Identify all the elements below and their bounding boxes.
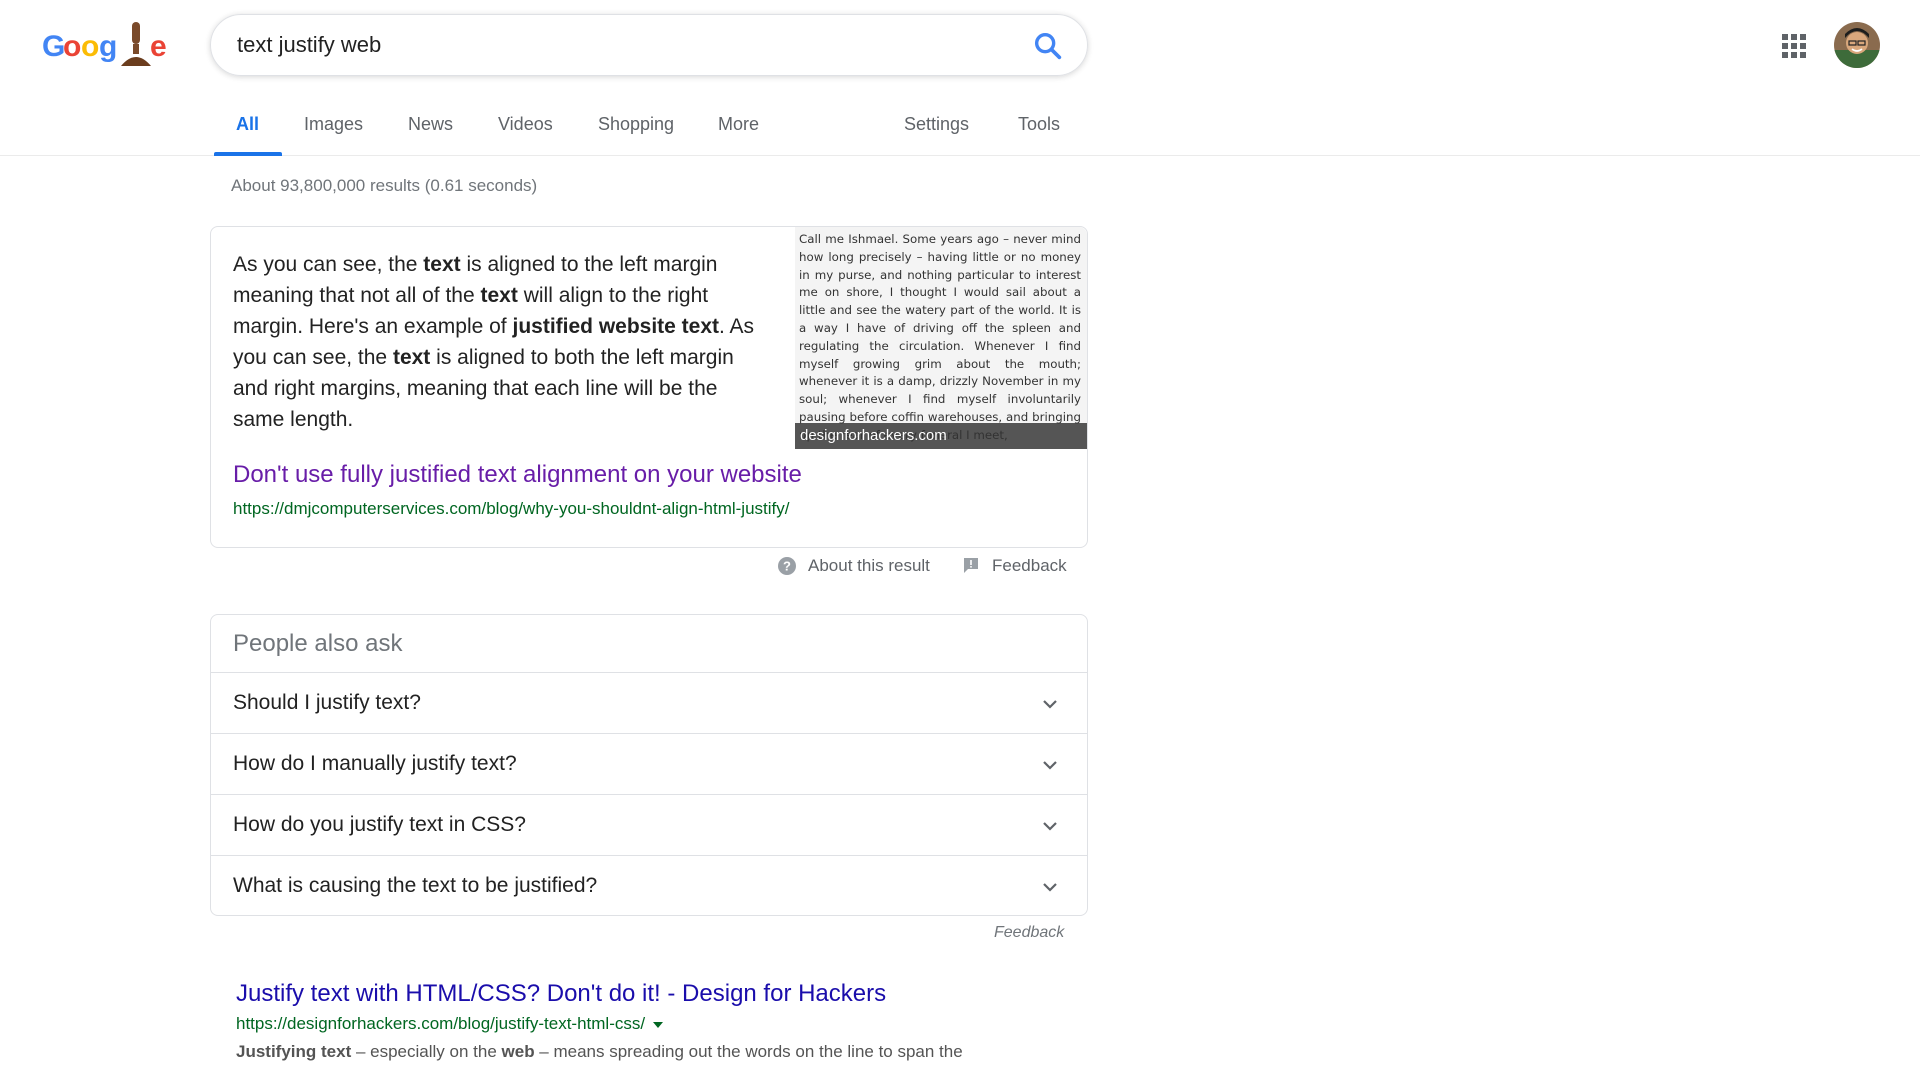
- about-this-result-link[interactable]: ? About this result: [778, 556, 930, 576]
- featured-snippet-text: As you can see, the text is aligned to t…: [233, 249, 773, 435]
- header: G o o g e text justify web All Images Ne…: [0, 0, 1920, 156]
- search-button[interactable]: [1031, 29, 1065, 63]
- snippet-part-bold: text: [480, 284, 518, 307]
- paa-question[interactable]: How do you justify text in CSS?: [211, 795, 1087, 856]
- search-icon: [1034, 32, 1062, 60]
- featured-snippet-image[interactable]: Call me Ishmael. Some years ago – never …: [795, 227, 1087, 449]
- tab-settings[interactable]: Settings: [904, 114, 969, 135]
- result-url-text: https://designforhackers.com/blog/justif…: [236, 1014, 646, 1033]
- google-doodle-logo[interactable]: G o o g e: [42, 20, 172, 72]
- paa-question[interactable]: Should I justify text?: [211, 673, 1087, 734]
- avatar[interactable]: [1834, 22, 1880, 68]
- svg-text:?: ?: [783, 559, 791, 574]
- paa-question-label: How do you justify text in CSS?: [233, 813, 526, 836]
- apps-grid-icon[interactable]: [1782, 34, 1806, 58]
- search-result: Justify text with HTML/CSS? Don't do it!…: [236, 980, 1096, 1062]
- featured-snippet-url[interactable]: https://dmjcomputerservices.com/blog/why…: [233, 499, 789, 519]
- tab-shopping[interactable]: Shopping: [598, 114, 674, 135]
- result-snippet-part: – especially on the: [351, 1042, 502, 1061]
- tab-tools[interactable]: Tools: [1018, 114, 1060, 135]
- feedback-flag-icon: [964, 558, 978, 573]
- feedback-label: Feedback: [992, 556, 1067, 575]
- tab-news[interactable]: News: [408, 114, 453, 135]
- snippet-part: As you can see, the: [233, 253, 424, 276]
- paa-question[interactable]: What is causing the text to be justified…: [211, 856, 1087, 917]
- image-sample-text: Call me Ishmael. Some years ago – never …: [799, 232, 1081, 442]
- help-icon: ?: [778, 557, 796, 575]
- result-snippet: Justifying text – especially on the web …: [236, 1042, 1096, 1062]
- tab-videos[interactable]: Videos: [498, 114, 553, 135]
- featured-snippet-title-link[interactable]: Don't use fully justified text alignment…: [233, 461, 802, 489]
- snippet-part-bold: text: [423, 253, 461, 276]
- paa-question-label: How do I manually justify text?: [233, 752, 517, 775]
- tab-all[interactable]: All: [236, 114, 259, 135]
- doodle-figure-icon: [121, 22, 151, 66]
- result-snippet-part: – means spreading out the words on the l…: [534, 1042, 963, 1061]
- active-tab-indicator: [214, 152, 282, 156]
- chevron-down-icon: [1043, 883, 1057, 892]
- feedback-link[interactable]: Feedback: [962, 556, 1067, 576]
- about-this-result-label: About this result: [808, 556, 930, 575]
- image-source-caption: designforhackers.com: [795, 423, 1087, 449]
- chevron-down-icon: [1043, 761, 1057, 770]
- result-snippet-bold: Justifying text: [236, 1042, 352, 1061]
- result-snippet-bold: web: [501, 1042, 535, 1061]
- paa-question-label: What is causing the text to be justified…: [233, 874, 598, 897]
- result-url[interactable]: https://designforhackers.com/blog/justif…: [236, 1014, 1096, 1034]
- paa-question-label: Should I justify text?: [233, 691, 421, 714]
- people-also-ask: People also ask Should I justify text? H…: [210, 614, 1088, 916]
- paa-feedback-link[interactable]: Feedback: [994, 924, 1064, 942]
- tab-images[interactable]: Images: [304, 114, 363, 135]
- paa-question[interactable]: How do I manually justify text?: [211, 734, 1087, 795]
- chevron-down-icon: [1043, 822, 1057, 831]
- people-also-ask-heading: People also ask: [211, 615, 1087, 673]
- user-avatar-icon: [1834, 22, 1880, 68]
- result-title-link[interactable]: Justify text with HTML/CSS? Don't do it!…: [236, 980, 1096, 1008]
- search-input[interactable]: [237, 29, 997, 61]
- snippet-part-bold: text: [392, 346, 431, 369]
- search-box: [210, 14, 1088, 76]
- tab-more[interactable]: More: [718, 114, 759, 135]
- result-stats: About 93,800,000 results (0.61 seconds): [231, 176, 538, 195]
- featured-snippet: As you can see, the text is aligned to t…: [210, 226, 1088, 548]
- chevron-down-icon: [1043, 700, 1057, 709]
- snippet-part-bold: justified website text: [512, 315, 720, 338]
- url-dropdown-caret-icon[interactable]: [653, 1021, 664, 1028]
